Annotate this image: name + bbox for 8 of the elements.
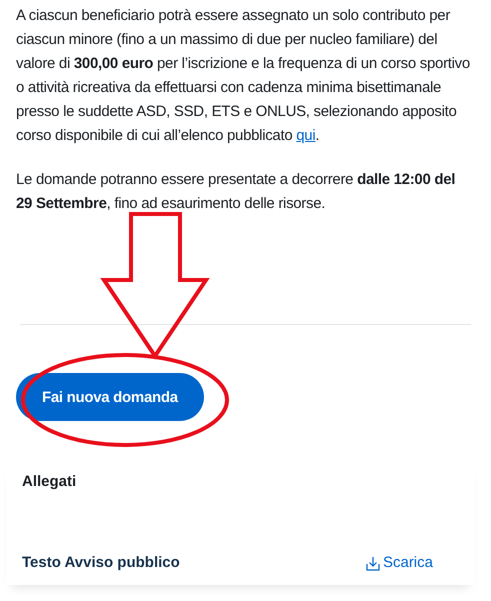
section-title: Allegati (22, 473, 78, 490)
download-icon (366, 556, 380, 571)
link[interactable]: qui (296, 127, 316, 144)
attachment-name: Testo Avviso pubblico (22, 554, 180, 571)
paragraph: A ciascun beneficiario potrà essere assegnato un solo contributo per ciascun minore (fino a un massimo di due per nucleo familiare) del valore di 300,00 euro per l’iscrizione e la frequenza di un corso sportivo o attività ricreativa da effettuarsi con cadenza minima bisettimanale presso le suddette ASD, SSD, ETS e ONLUS, selezionando apposito corso disponibile di cui all’elenco pubblicato qui. (16, 6, 471, 146)
download-link[interactable]: Scarica (366, 554, 433, 571)
new-application-button[interactable]: Fai nuova domanda (16, 373, 204, 421)
paragraph: Le domande potranno essere presentate a decorrere dalle 12:00 del 29 Settembre, fino ad esaurimento delle risorse. (16, 170, 456, 214)
